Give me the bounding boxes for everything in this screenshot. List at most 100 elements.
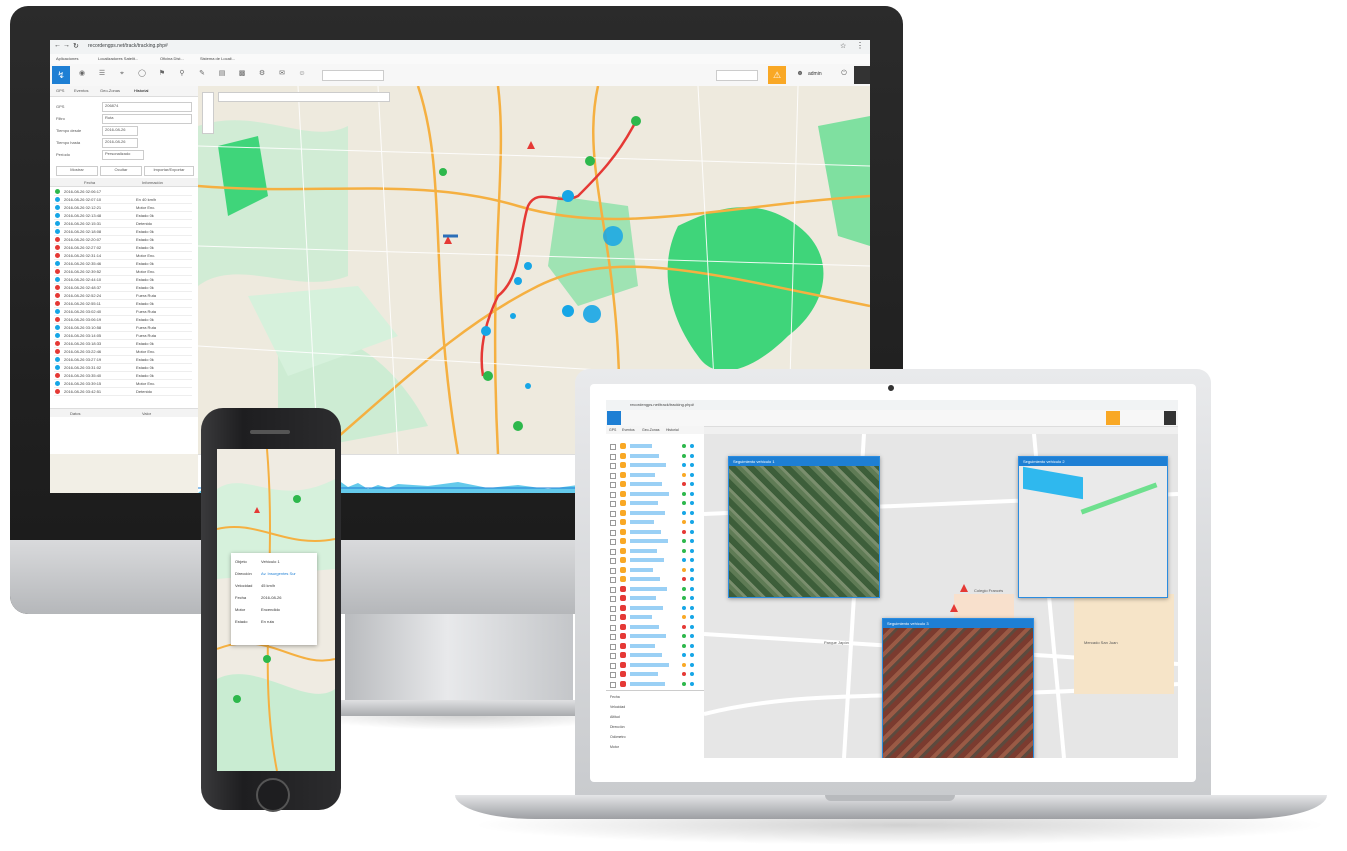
alerts-button[interactable] xyxy=(1106,411,1120,425)
tracking-popup-satellite-3[interactable]: Seguimiento vehículo 3 xyxy=(882,618,1034,758)
vehicle-checkbox[interactable] xyxy=(610,463,616,469)
table-row[interactable]: 2016-08-26 02:15:31 Detenido xyxy=(54,220,192,228)
vehicle-checkbox[interactable] xyxy=(610,596,616,602)
vehicle-checkbox[interactable] xyxy=(610,520,616,526)
tab-eventos[interactable]: Eventos xyxy=(622,428,635,432)
map-search-bar[interactable] xyxy=(218,92,390,102)
vehicle-row[interactable] xyxy=(610,594,700,603)
vehicle-row[interactable] xyxy=(610,537,700,546)
settings-icon[interactable]: ⚙ xyxy=(258,70,266,78)
vehicle-row[interactable] xyxy=(610,461,700,470)
vehicle-checkbox[interactable] xyxy=(610,510,616,517)
vehicle-checkbox[interactable] xyxy=(610,548,616,555)
polygon-icon[interactable]: ◯ xyxy=(138,70,146,78)
vehicle-row[interactable] xyxy=(610,651,700,660)
logo-icon[interactable]: ↯ xyxy=(52,66,70,84)
vehicle-row[interactable] xyxy=(610,680,700,689)
logout-icon[interactable]: ⏻ xyxy=(840,70,848,78)
vehicle-row[interactable] xyxy=(610,452,700,461)
ruler-icon[interactable]: ✎ xyxy=(198,70,206,78)
user-icon[interactable]: ☺ xyxy=(298,70,306,78)
table-row[interactable]: 2016-08-26 03:31:02 Estado 0k xyxy=(54,364,192,372)
report-icon[interactable]: ▤ xyxy=(218,70,226,78)
tab-gps[interactable]: GPS xyxy=(609,428,616,432)
table-row[interactable]: 2016-08-26 03:42:51 Detenido xyxy=(54,388,192,396)
vehicle-row[interactable] xyxy=(610,575,700,584)
vehicle-row[interactable] xyxy=(610,509,700,518)
vehicle-row[interactable] xyxy=(610,442,700,451)
bookmark[interactable]: Sistema de Locali... xyxy=(200,56,235,61)
back-icon[interactable]: ← xyxy=(54,42,61,49)
table-row[interactable]: 2016-08-26 03:02:40 Fuera Ruta xyxy=(54,308,192,316)
language-select[interactable] xyxy=(716,70,758,81)
vehicle-checkbox[interactable] xyxy=(610,634,616,640)
account-icon[interactable]: ☻ xyxy=(796,70,804,78)
vehicle-checkbox[interactable] xyxy=(610,539,616,545)
bookmark[interactable]: Localizadores Satelit... xyxy=(98,56,138,61)
table-row[interactable]: 2016-08-26 02:27:02 Estado 0k xyxy=(54,244,192,252)
tab-datos[interactable]: Datos xyxy=(70,411,80,416)
globe-icon[interactable]: ◉ xyxy=(78,70,86,78)
vehicle-row[interactable] xyxy=(610,499,700,508)
table-row[interactable]: 2016-08-26 03:27:19 Estado 0k xyxy=(54,356,192,364)
alerts-button[interactable]: ⚠ xyxy=(768,66,786,84)
vehicle-row[interactable] xyxy=(610,642,700,651)
tab-geozonas[interactable]: Geo-Zonas xyxy=(100,88,120,93)
panel-toggle-button[interactable] xyxy=(854,66,870,84)
show-button[interactable]: Mostrar xyxy=(56,166,98,176)
table-row[interactable]: 2016-08-26 03:39:15 Motor Enc. xyxy=(54,380,192,388)
star-icon[interactable]: ☆ xyxy=(840,42,846,50)
table-row[interactable]: 2016-08-26 02:35:46 Estado 0k xyxy=(54,260,192,268)
vehicle-checkbox[interactable] xyxy=(610,605,616,612)
bookmark[interactable]: Oficina Dist... xyxy=(160,56,184,61)
table-row[interactable]: 2016-08-26 02:13:48 Estado 0k xyxy=(54,212,192,220)
phone-popup[interactable]: Objeto Vehículo 1 Dirección Av. Insurgen… xyxy=(231,553,317,645)
table-row[interactable]: 2016-08-26 02:48:37 Estado 0k xyxy=(54,284,192,292)
table-row[interactable]: 2016-08-26 02:07:10 En 40 km/h xyxy=(54,196,192,204)
vehicle-row[interactable] xyxy=(610,632,700,641)
laptop-map[interactable]: Colegio Francés Parque Japón Mercado San… xyxy=(704,434,1178,758)
map-type-select[interactable] xyxy=(322,70,384,81)
username[interactable]: admin xyxy=(808,71,822,77)
table-row[interactable]: 2016-08-26 02:20:07 Estado 0k xyxy=(54,236,192,244)
period-select[interactable]: Personalizado xyxy=(102,150,144,160)
vehicle-checkbox[interactable] xyxy=(610,653,616,659)
search-icon[interactable]: ⚲ xyxy=(178,70,186,78)
vehicle-row[interactable] xyxy=(610,585,700,594)
vehicle-checkbox[interactable] xyxy=(610,586,616,593)
vehicle-row[interactable] xyxy=(610,518,700,527)
table-row[interactable]: 2016-08-26 02:52:24 Fuera Ruta xyxy=(54,292,192,300)
laptop-address-bar[interactable]: recordengps.net/track/tracking.php# xyxy=(630,402,694,407)
vehicle-checkbox[interactable] xyxy=(610,615,616,621)
tab-valor[interactable]: Valor xyxy=(142,411,151,416)
vehicle-row[interactable] xyxy=(610,490,700,499)
vehicle-row[interactable] xyxy=(610,528,700,537)
chat-icon[interactable]: ✉ xyxy=(278,70,286,78)
vehicle-checkbox[interactable] xyxy=(610,577,616,583)
hide-button[interactable]: Ocultar xyxy=(100,166,142,176)
vehicle-row[interactable] xyxy=(610,661,700,670)
table-row[interactable]: 2016-08-26 03:14:05 Fuera Ruta xyxy=(54,332,192,340)
tab-geozonas[interactable]: Geo-Zonas xyxy=(642,428,660,432)
tab-eventos[interactable]: Eventos xyxy=(74,88,88,93)
tracking-popup-map-2[interactable]: Seguimiento vehículo 2 xyxy=(1018,456,1168,598)
vehicle-row[interactable] xyxy=(610,556,700,565)
vehicle-row[interactable] xyxy=(610,613,700,622)
reload-icon[interactable]: ↻ xyxy=(73,42,79,50)
tab-historial[interactable]: Historial xyxy=(666,428,679,432)
table-row[interactable]: 2016-08-26 02:44:10 Estado 0k xyxy=(54,276,192,284)
vehicle-checkbox[interactable] xyxy=(610,482,616,488)
vehicle-checkbox[interactable] xyxy=(610,472,616,479)
bookmark[interactable]: Aplicaciones xyxy=(56,56,78,61)
chart-icon[interactable]: ▩ xyxy=(238,70,246,78)
date-to-input[interactable]: 2016-08-26 xyxy=(102,138,138,148)
vehicle-row[interactable] xyxy=(610,471,700,480)
address-bar[interactable]: recordengps.net/track/tracking.php# xyxy=(88,43,168,49)
vehicle-row[interactable] xyxy=(610,604,700,613)
vehicle-checkbox[interactable] xyxy=(610,672,616,678)
vehicle-checkbox[interactable] xyxy=(610,453,616,460)
table-row[interactable]: 2016-08-26 02:39:52 Motor Enc. xyxy=(54,268,192,276)
vehicle-row[interactable] xyxy=(610,623,700,632)
vehicle-checkbox[interactable] xyxy=(610,681,616,688)
vehicle-checkbox[interactable] xyxy=(610,501,616,507)
